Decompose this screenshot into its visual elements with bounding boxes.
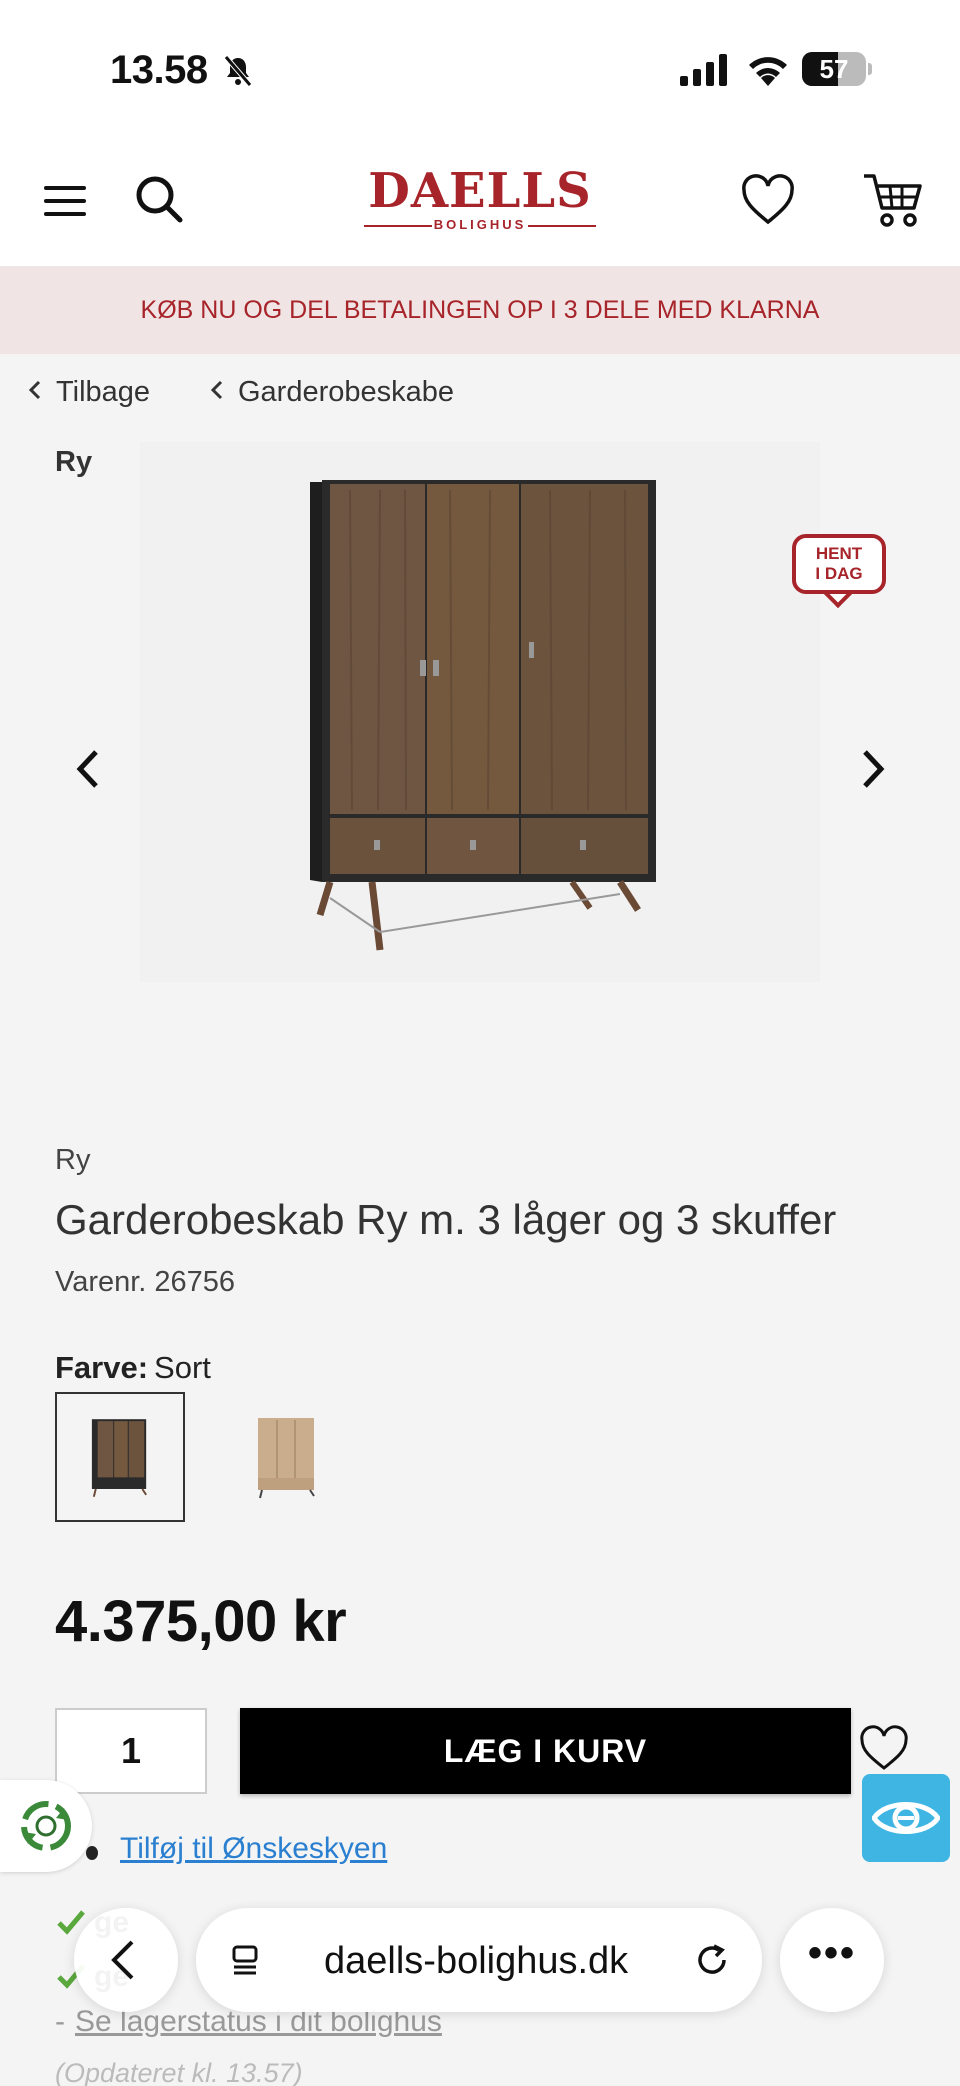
color-selector-label: Farve: Sort	[55, 1350, 211, 1385]
signal-icon	[680, 54, 727, 86]
breadcrumb-category-link[interactable]: Garderobeskabe	[210, 376, 454, 409]
site-header: DAELLS BOLIGHUS	[0, 140, 960, 266]
quantity-input[interactable]: 1	[55, 1708, 207, 1794]
chevron-left-icon	[111, 1940, 134, 1980]
gallery-next-arrow-icon[interactable]	[855, 748, 889, 790]
more-icon: •••	[807, 1931, 856, 1975]
recycle-icon	[21, 1801, 71, 1851]
breadcrumb: Tilbage Garderobeskabe	[0, 372, 960, 420]
sustainability-widget[interactable]	[0, 1780, 92, 1872]
heart-icon[interactable]	[740, 172, 796, 228]
product-sku: Varenr. 26756	[55, 1266, 236, 1298]
browser-url[interactable]: daells-bolighus.dk	[324, 1940, 628, 1983]
bell-muted-icon	[224, 55, 252, 87]
color-swatch-sort[interactable]	[55, 1392, 185, 1522]
browser-address-bar[interactable]: daells-bolighus.dk	[196, 1908, 762, 2012]
add-to-cart-button[interactable]: LÆG I KURV	[240, 1708, 851, 1794]
add-to-wishlist-link[interactable]: Tilføj til Ønskeskyen	[120, 1832, 387, 1866]
battery-indicator: 57	[802, 52, 872, 86]
cart-icon[interactable]	[862, 170, 924, 230]
klarna-promo-banner[interactable]: KØB NU OG DEL BETALINGEN OP I 3 DELE MED…	[0, 266, 960, 354]
wishlist-bullet	[86, 1846, 98, 1860]
product-price: 4.375,00 kr	[55, 1589, 347, 1654]
eye-icon	[872, 1802, 940, 1834]
browser-more-button[interactable]: •••	[780, 1908, 884, 2012]
chevron-left-icon	[28, 380, 41, 400]
reload-icon[interactable]	[694, 1942, 730, 1978]
status-bar: 13.58 57	[0, 0, 960, 140]
menu-icon[interactable]	[42, 178, 88, 224]
hent-i-dag-badge: HENT I DAG	[792, 534, 886, 609]
color-swatch-eg[interactable]	[222, 1392, 352, 1522]
wifi-icon	[749, 57, 787, 86]
product-title: Garderobeskab Ry m. 3 låger og 3 skuffer	[55, 1196, 837, 1243]
gallery-prev-arrow-icon[interactable]	[72, 748, 106, 790]
brand-overlay: Ry	[55, 446, 93, 478]
search-icon[interactable]	[134, 174, 184, 224]
daells-logo[interactable]: DAELLS BOLIGHUS	[360, 166, 600, 236]
wishlist-heart-icon[interactable]	[858, 1724, 910, 1772]
product-brand[interactable]: Ry	[55, 1144, 90, 1177]
product-image-wardrobe	[310, 480, 656, 951]
chevron-left-icon	[210, 380, 223, 400]
back-link[interactable]: Tilbage	[28, 376, 150, 409]
browser-back-button[interactable]	[74, 1908, 178, 2012]
tabs-icon[interactable]	[230, 1944, 262, 1976]
status-time: 13.58	[110, 48, 208, 92]
accessibility-widget[interactable]	[862, 1774, 950, 1862]
stock-updated-time: (Opdateret kl. 13.57)	[55, 2058, 303, 2086]
